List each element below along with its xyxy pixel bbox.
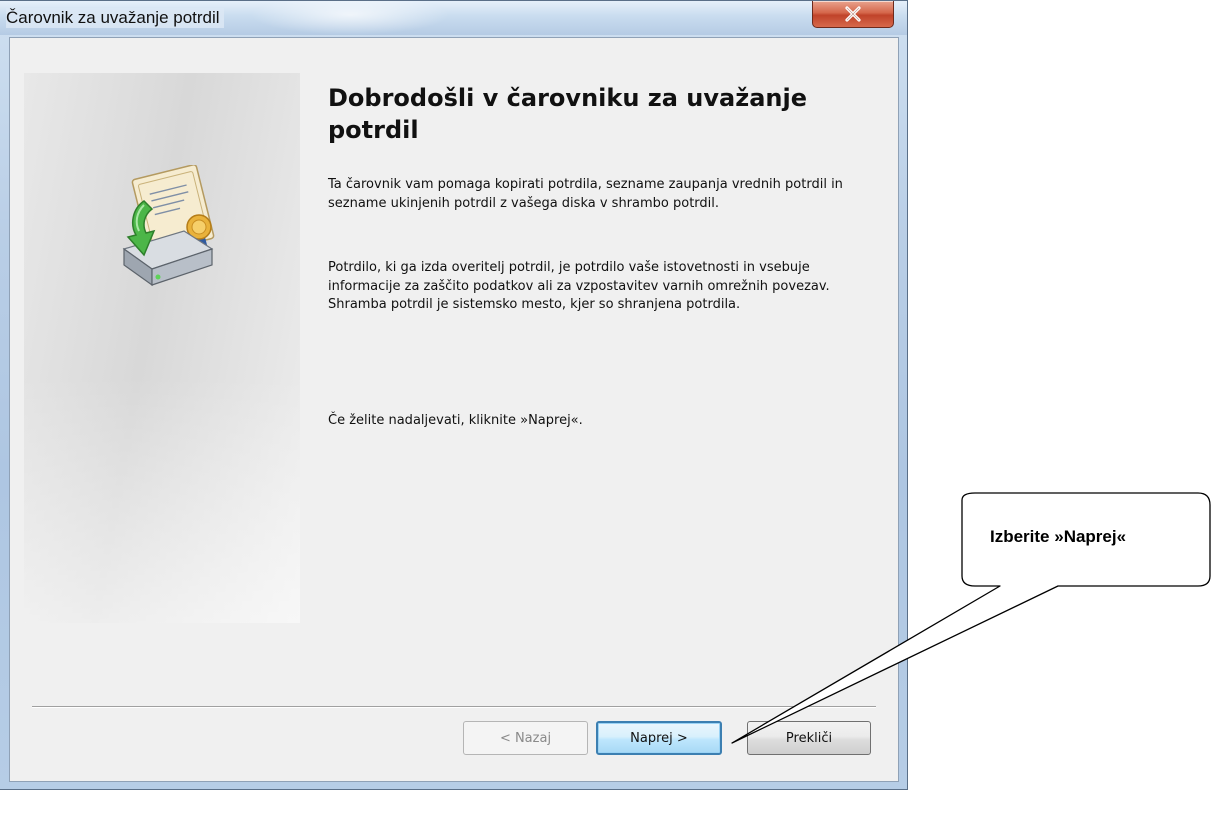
- callout-text: Izberite »Naprej«: [990, 527, 1127, 546]
- window-title: Čarovnik za uvažanje potrdil: [6, 8, 224, 28]
- certificate-import-icon: [122, 165, 215, 287]
- callout-bubble: [731, 492, 1211, 744]
